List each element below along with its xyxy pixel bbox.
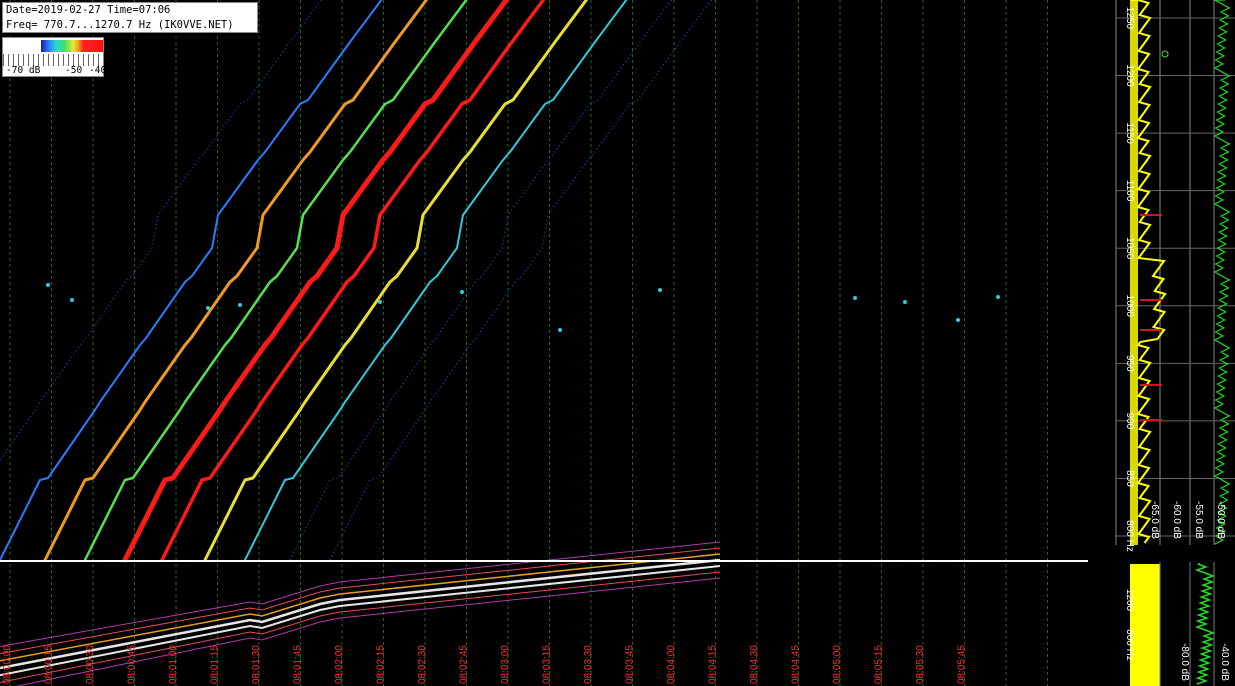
- color-scale-legend: -70 dB -50 -40: [2, 37, 107, 77]
- signal-trace: [160, 0, 546, 562]
- scale-label-max: -40: [89, 65, 107, 76]
- signal-trace: [0, 0, 383, 561]
- lower-trace: [0, 541, 721, 647]
- time-tick-label: 08:00:00: [2, 645, 13, 684]
- noise-speck: [238, 303, 242, 307]
- freq-tick-label: 1150: [1124, 122, 1135, 144]
- lower-trace: [0, 553, 721, 662]
- time-tick-label: 08:02:15: [376, 645, 387, 684]
- freq-tick-label: 1050: [1124, 237, 1135, 260]
- color-scale-bar: [41, 40, 103, 52]
- time-tick-label: 08:05:15: [874, 645, 885, 684]
- lower-db-label: -80.0 dB: [1179, 643, 1190, 681]
- time-tick-label: 08:05:45: [957, 645, 968, 684]
- time-tick-label: 08:03:45: [625, 645, 636, 684]
- db-axis-label: -65.0 dB: [1149, 501, 1160, 539]
- time-tick-label: 08:04:00: [666, 645, 677, 684]
- noise-speck: [956, 318, 960, 322]
- spectrogram-window: 1250 1200 1150 1100 1050 1000 950 900 850 800 Hz -…: [0, 0, 1235, 686]
- scale-label-min: -70 dB: [6, 65, 41, 76]
- time-tick-label: 08:00:15: [44, 645, 55, 684]
- lower-freq-tick-label: 1200: [1124, 589, 1135, 612]
- lower-trace: [0, 565, 721, 677]
- freq-tick-label: 800 Hz: [1124, 520, 1135, 552]
- lower-freq-tick-label: 800 Hz: [1124, 629, 1135, 661]
- time-tick-label: 08:01:00: [168, 645, 179, 684]
- lower-trace: [0, 558, 721, 670]
- noise-speck: [206, 306, 210, 310]
- freq-tick-label: 1250: [1124, 7, 1135, 30]
- time-tick-label: 08:03:30: [583, 645, 594, 684]
- faint-trace: [329, 0, 713, 561]
- frequency-range-label: Freq= 770.7...1270.7 Hz (IK0VVE.NET): [6, 19, 234, 31]
- noise-speck: [46, 283, 50, 287]
- scale-label-mid: -50: [65, 65, 83, 76]
- noise-speck: [996, 295, 1000, 299]
- noise-speck: [378, 300, 382, 304]
- time-tick-label: 08:01:45: [293, 645, 304, 684]
- db-axis-label: -50.0 dB: [1215, 501, 1226, 539]
- lower-db-label: -40.0 dB: [1219, 643, 1230, 681]
- signal-trace: [83, 0, 468, 562]
- date-time-label: Date=2019-02-27 Time=07:06: [6, 4, 171, 16]
- noise-speck: [853, 296, 857, 300]
- signal-trace: [203, 0, 589, 562]
- noise-speck: [558, 328, 562, 332]
- noise-speck: [460, 290, 464, 294]
- lower-waterfall: 08:00:00 08:00:15 08:00:30 08:00:45 08:01:00…: [0, 541, 968, 686]
- time-tick-label: 08:00:30: [85, 645, 96, 684]
- time-tick-label: 08:01:30: [251, 645, 262, 684]
- freq-tick-label: 1100: [1124, 180, 1135, 202]
- time-tick-label: 08:01:15: [210, 645, 221, 684]
- time-tick-label: 08:02:30: [417, 645, 428, 684]
- time-tick-label: 08:04:15: [708, 645, 719, 684]
- signal-trace: [43, 0, 429, 562]
- time-tick-label: 08:04:30: [749, 645, 760, 684]
- signal-trace: [244, 0, 628, 561]
- time-tick-label: 08:03:15: [542, 645, 553, 684]
- freq-tick-label: 1000: [1124, 295, 1135, 318]
- waterfall-plot: 1250 1200 1150 1100 1050 1000 950 900 850 800 Hz -…: [0, 0, 1235, 686]
- spectrum-bg: [1088, 0, 1235, 560]
- freq-tick-label: 850: [1124, 470, 1135, 487]
- signal-trace: [122, 0, 510, 563]
- spectrum-panel: 1250 1200 1150 1100 1050 1000 950 900 850 800 Hz -…: [1088, 0, 1235, 560]
- noise-speck: [70, 298, 74, 302]
- time-tick-label: 08:05:00: [832, 645, 843, 684]
- waterfall-layer: [0, 0, 1048, 686]
- freq-tick-label: 950: [1124, 355, 1135, 372]
- info-header: Date=2019-02-27 Time=07:06 Freq= 770.7..…: [2, 2, 258, 33]
- lower-spectrum-bg: [1088, 562, 1235, 686]
- time-tick-label: 08:03:00: [500, 645, 511, 684]
- time-tick-label: 08:00:45: [127, 645, 138, 684]
- lower-avg-spectrum-fill: [1130, 564, 1160, 686]
- time-tick-label: 08:04:45: [791, 645, 802, 684]
- time-tick-label: 08:05:30: [915, 645, 926, 684]
- time-tick-label: 08:02:45: [459, 645, 470, 684]
- noise-speck: [903, 300, 907, 304]
- panel-separator: [0, 560, 1088, 562]
- freq-tick-label: 900: [1124, 413, 1135, 430]
- freq-tick-label: 1200: [1124, 64, 1135, 87]
- noise-speck: [658, 288, 662, 292]
- lower-spectrum-panel: 1200 800 Hz -80.0 dB -40.0 dB: [1088, 562, 1235, 686]
- db-axis-label: -55.0 dB: [1193, 501, 1204, 539]
- lower-trace: [14, 577, 721, 686]
- db-axis-label: -60.0 dB: [1171, 501, 1182, 539]
- time-tick-label: 08:02:00: [334, 645, 345, 684]
- lower-trace: [0, 547, 721, 655]
